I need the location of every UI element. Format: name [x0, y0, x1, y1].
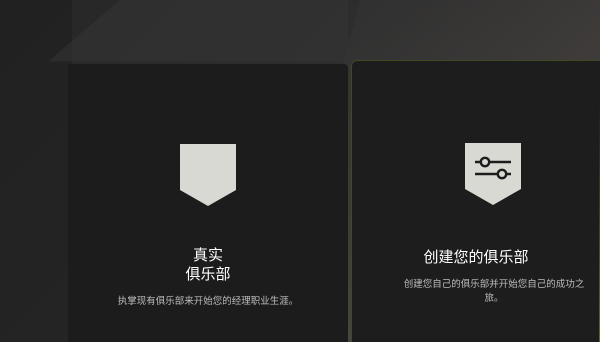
club-selection-screen: 真实 俱乐部 执掌现有俱乐部来开始您的经理职业生涯。 创建您的俱乐部 创建您自己…	[0, 0, 600, 342]
card-title: 创建您的俱乐部	[423, 248, 529, 266]
sliders-shield-icon	[465, 143, 521, 205]
card-title: 真实	[192, 246, 223, 264]
card-description: 创建您自己的俱乐部并开始您自己的成功之旅。	[403, 279, 585, 304]
create-club-card[interactable]: 创建您的俱乐部 创建您自己的俱乐部并开始您自己的成功之旅。	[351, 60, 600, 342]
real-club-card[interactable]: 真实 俱乐部 执掌现有俱乐部来开始您的经理职业生涯。	[68, 64, 348, 342]
card-title: 俱乐部	[185, 265, 231, 283]
card-description: 执掌现有俱乐部来开始您的经理职业生涯。	[117, 296, 299, 307]
shield-icon	[180, 144, 236, 206]
